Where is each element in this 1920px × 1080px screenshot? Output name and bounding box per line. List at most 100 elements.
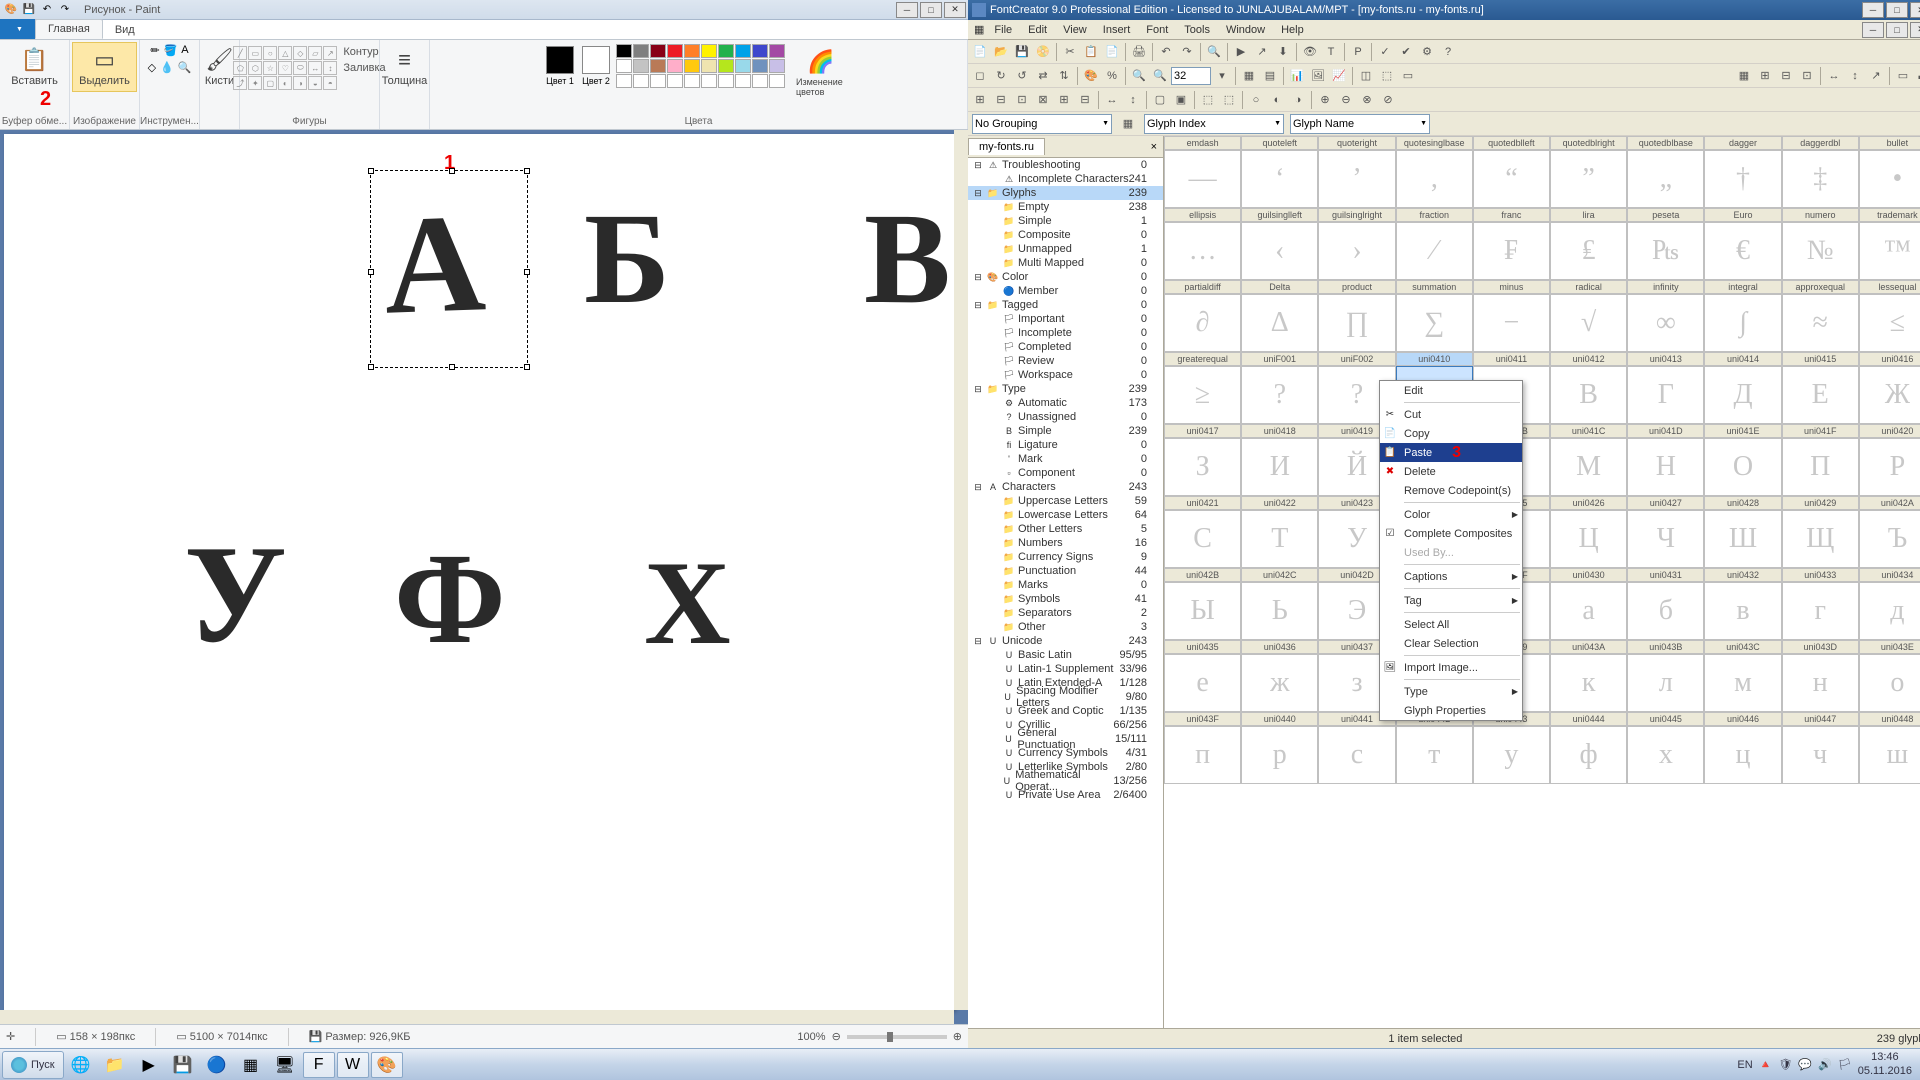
tb-icon[interactable]: ▦ bbox=[1734, 66, 1754, 86]
glyph-cell[interactable]: ц bbox=[1704, 726, 1781, 784]
menu-insert[interactable]: Insert bbox=[1095, 24, 1139, 36]
glyph-cell[interactable]: ∂ bbox=[1164, 294, 1241, 352]
menu-color[interactable]: Color▶ bbox=[1380, 505, 1522, 524]
tb-icon[interactable]: ↔ bbox=[1824, 66, 1844, 86]
glyph-cell[interactable]: Щ bbox=[1782, 510, 1859, 568]
scrollbar-vertical[interactable] bbox=[954, 130, 968, 1010]
glyph-cell[interactable]: д bbox=[1859, 582, 1920, 640]
tray-icon[interactable]: 🛡 bbox=[1778, 1058, 1792, 1071]
menubar[interactable]: ▦ FileEditViewInsertFontToolsWindowHelp─… bbox=[968, 20, 1920, 40]
glyph-cell[interactable]: п bbox=[1164, 726, 1241, 784]
zoom-input[interactable] bbox=[1171, 67, 1211, 85]
zoom-control[interactable]: 100% ⊖ ⊕ bbox=[797, 1030, 962, 1043]
size-button[interactable]: ≡Толщина bbox=[375, 42, 435, 92]
zoom-icon[interactable]: 🔍 bbox=[178, 61, 192, 74]
app-icon[interactable]: ▦ bbox=[235, 1052, 267, 1078]
tb-icon[interactable]: ⊡ bbox=[1012, 90, 1032, 110]
glyph-grid[interactable]: emdashquoteleftquoterightquotesinglbaseq… bbox=[1164, 136, 1920, 1028]
glyph-cell[interactable]: Ш bbox=[1704, 510, 1781, 568]
glyph-cell[interactable]: √ bbox=[1550, 294, 1627, 352]
close-button[interactable]: ✕ bbox=[1910, 2, 1920, 18]
tb-icon[interactable]: ◐ bbox=[1267, 90, 1287, 110]
menu-clear-selection[interactable]: Clear Selection bbox=[1380, 634, 1522, 653]
tree-row[interactable]: ⊟📁Tagged0 bbox=[968, 298, 1163, 312]
glyph-cell[interactable]: Р bbox=[1859, 438, 1920, 496]
glyph-cell[interactable]: ‚ bbox=[1396, 150, 1473, 208]
maximize-button[interactable]: □ bbox=[1886, 2, 1908, 18]
zoom-out-icon[interactable]: ⊖ bbox=[832, 1030, 841, 1043]
glyph-cell[interactable]: о bbox=[1859, 654, 1920, 712]
glyph-cell[interactable]: ≥ bbox=[1164, 366, 1241, 424]
tree-row[interactable]: 📁Simple1 bbox=[968, 214, 1163, 228]
tree-row[interactable]: 📁Other Letters5 bbox=[968, 522, 1163, 536]
glyph-cell[interactable]: ” bbox=[1550, 150, 1627, 208]
redo-icon[interactable]: ↷ bbox=[1177, 42, 1197, 62]
search-icon[interactable]: 🔍 bbox=[1204, 42, 1224, 62]
glyph-cell[interactable]: е bbox=[1164, 654, 1241, 712]
tray-icon[interactable]: 🔺 bbox=[1759, 1058, 1773, 1071]
glyph-cell[interactable]: ? bbox=[1241, 366, 1318, 424]
tree-row[interactable]: 📁Uppercase Letters59 bbox=[968, 494, 1163, 508]
tree-row[interactable]: 📁Other3 bbox=[968, 620, 1163, 634]
start-button[interactable]: Пуск bbox=[2, 1051, 64, 1079]
glyph-cell[interactable]: Е bbox=[1782, 366, 1859, 424]
zoom-in-icon[interactable]: ⊕ bbox=[953, 1030, 962, 1043]
edit-colors-button[interactable]: 🌈Изменение цветов bbox=[789, 44, 853, 102]
tree-row[interactable]: 📁Composite0 bbox=[968, 228, 1163, 242]
tree-row[interactable]: 📁Empty238 bbox=[968, 200, 1163, 214]
tree-row[interactable]: 📁Currency Signs9 bbox=[968, 550, 1163, 564]
tb-icon[interactable]: ⇅ bbox=[1054, 66, 1074, 86]
undo-icon[interactable]: ↶ bbox=[1156, 42, 1176, 62]
glyph-cell[interactable]: З bbox=[1164, 438, 1241, 496]
system-tray[interactable]: EN 🔺 🛡 💬 🔊 🏳 13:46 05.11.2016 bbox=[1731, 1051, 1918, 1077]
tray-icon[interactable]: 💬 bbox=[1798, 1058, 1812, 1071]
cut-icon[interactable]: ✂ bbox=[1060, 42, 1080, 62]
tree-row[interactable]: UPrivate Use Area2/6400 bbox=[968, 788, 1163, 802]
glyph-cell[interactable]: ≤ bbox=[1859, 294, 1920, 352]
glyph-cell[interactable]: … bbox=[1164, 222, 1241, 280]
menu-copy[interactable]: 📄Copy bbox=[1380, 424, 1522, 443]
glyph-cell[interactable]: к bbox=[1550, 654, 1627, 712]
glyph-cell[interactable]: ™ bbox=[1859, 222, 1920, 280]
tree-row[interactable]: ⊟UUnicode243 bbox=[968, 634, 1163, 648]
minimize-button[interactable]: ─ bbox=[1862, 2, 1884, 18]
glyph-cell[interactable]: ∞ bbox=[1627, 294, 1704, 352]
tb-icon[interactable]: ⇄ bbox=[1033, 66, 1053, 86]
tree-row[interactable]: ⊟⚠Troubleshooting0 bbox=[968, 158, 1163, 172]
copy-icon[interactable]: 📋 bbox=[1081, 42, 1101, 62]
undo-icon[interactable]: ↶ bbox=[39, 2, 55, 18]
menu-remove-codepoint-s-[interactable]: Remove Codepoint(s) bbox=[1380, 481, 1522, 500]
btn-icon[interactable]: ▦ bbox=[1118, 114, 1138, 134]
tree-row[interactable]: ?Unassigned0 bbox=[968, 410, 1163, 424]
close-button[interactable]: ✕ bbox=[944, 2, 966, 18]
tb-icon[interactable]: ⬚ bbox=[1377, 66, 1397, 86]
tb-icon[interactable]: ⊡ bbox=[1797, 66, 1817, 86]
fill-icon[interactable]: 🪣 bbox=[164, 44, 178, 57]
save-icon[interactable]: 💾 bbox=[167, 1052, 199, 1078]
color2-swatch[interactable] bbox=[582, 46, 610, 74]
tree-row[interactable]: ⊟ACharacters243 bbox=[968, 480, 1163, 494]
tb-icon[interactable]: 📈 bbox=[1329, 66, 1349, 86]
glyph-cell[interactable]: ж bbox=[1241, 654, 1318, 712]
glyph-cell[interactable]: н bbox=[1782, 654, 1859, 712]
validate-icon[interactable]: ✔ bbox=[1396, 42, 1416, 62]
tray-icon[interactable]: 🏳 bbox=[1838, 1058, 1852, 1071]
glyph-cell[interactable]: Δ bbox=[1241, 294, 1318, 352]
tree-row[interactable]: ⊟📁Type239 bbox=[968, 382, 1163, 396]
tab-view[interactable]: Вид bbox=[103, 21, 147, 39]
glyph-cell[interactable]: − bbox=[1473, 294, 1550, 352]
glyph-cell[interactable]: № bbox=[1782, 222, 1859, 280]
tb-icon[interactable]: ⊠ bbox=[1033, 90, 1053, 110]
glyph-cell[interactable]: с bbox=[1318, 726, 1395, 784]
glyph-cell[interactable]: ₤ bbox=[1550, 222, 1627, 280]
word-task[interactable]: W bbox=[337, 1052, 369, 1078]
export-icon[interactable]: ↗ bbox=[1252, 42, 1272, 62]
lang-indicator[interactable]: EN bbox=[1737, 1059, 1752, 1071]
tb-icon[interactable]: ○ bbox=[1246, 90, 1266, 110]
glyph-cell[interactable]: ‡ bbox=[1782, 150, 1859, 208]
tree-row[interactable]: UBasic Latin95/95 bbox=[968, 648, 1163, 662]
preview-icon[interactable]: 👁 bbox=[1300, 42, 1320, 62]
glyph-cell[interactable]: ’ bbox=[1318, 150, 1395, 208]
test-icon[interactable]: T bbox=[1321, 42, 1341, 62]
menu-edit[interactable]: Edit bbox=[1020, 24, 1055, 36]
